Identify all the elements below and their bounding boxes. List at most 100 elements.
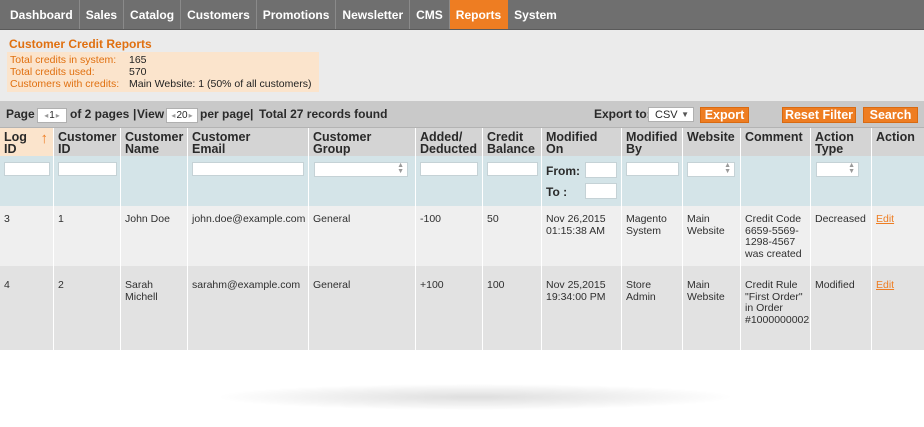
cell-added-deducted: -100	[416, 206, 483, 266]
cell-customer-name: John Doe	[121, 206, 188, 266]
cell-log-id: 3	[0, 206, 54, 266]
pager-separator: |	[133, 107, 137, 121]
header-label: Customer Email	[192, 130, 251, 156]
nav-reports[interactable]: Reports	[449, 0, 509, 29]
filter-cell: ▲ ▼	[683, 156, 741, 206]
cell-credit-balance: 50	[483, 206, 542, 266]
header-added-deducted[interactable]: Added/ Deducted	[416, 128, 483, 156]
nav-sales[interactable]: Sales	[80, 0, 125, 29]
cell-comment: Credit Rule "First Order" in Order #1000…	[741, 266, 811, 350]
edit-link[interactable]: Edit	[876, 279, 894, 291]
header-website[interactable]: Website	[683, 128, 741, 156]
pager-bar: Page ◂ 1 ▸ of 2 pages | View ◂ 20 ▸ per …	[0, 101, 924, 128]
cell-customer-id: 1	[54, 206, 121, 266]
cell-log-id: 4	[0, 266, 54, 350]
cell-credit-balance: 100	[483, 266, 542, 350]
nav-system[interactable]: System	[508, 0, 563, 29]
header-customer-group[interactable]: Customer Group	[309, 128, 416, 156]
cell-action: Edit	[872, 206, 924, 266]
reset-filter-button[interactable]: Reset Filter	[782, 107, 856, 123]
stat-label: Customers with credits:	[10, 78, 120, 90]
filter-cell	[872, 156, 924, 206]
filter-added-deducted-input[interactable]	[420, 162, 478, 176]
pager-separator: |	[250, 107, 254, 121]
cell-website: Main Website	[683, 206, 741, 266]
nav-dashboard[interactable]: Dashboard	[0, 0, 80, 29]
nav-cms[interactable]: CMS	[410, 0, 450, 29]
cell-action-type: Modified	[811, 266, 872, 350]
table-row[interactable]: 3 1 John Doe john.doe@example.com Genera…	[0, 206, 924, 266]
filter-action-type-select[interactable]: ▲ ▼	[816, 162, 859, 177]
header-modified-by[interactable]: Modified By	[622, 128, 683, 156]
stat-value: 570	[129, 66, 147, 78]
header-customer-id[interactable]: Customer ID	[54, 128, 121, 156]
filter-modified-by-input[interactable]	[626, 162, 679, 176]
header-label: Log ID	[4, 130, 27, 156]
cell-customer-email: sarahm@example.com	[188, 266, 309, 350]
chevron-right-icon[interactable]: ▸	[56, 111, 60, 120]
cell-action: Edit	[872, 266, 924, 350]
nav-promotions[interactable]: Promotions	[257, 0, 337, 29]
cell-customer-id: 2	[54, 266, 121, 350]
main-nav: Dashboard Sales Catalog Customers Promot…	[0, 0, 924, 30]
page-number-value: 1	[49, 110, 55, 121]
cell-modified-by: Store Admin	[622, 266, 683, 350]
filter-customer-email-input[interactable]	[192, 162, 304, 176]
header-label: Modified On	[546, 130, 598, 156]
from-label: From:	[546, 164, 580, 178]
header-action-type[interactable]: Action Type	[811, 128, 872, 156]
cell-website: Main Website	[683, 266, 741, 350]
grid-filter-row: ▲ ▼ From: To : ▲ ▼ ▲ ▼	[0, 156, 924, 206]
search-button[interactable]: Search	[863, 107, 918, 123]
export-format-select[interactable]: CSV ▼	[648, 107, 694, 122]
nav-catalog[interactable]: Catalog	[124, 0, 182, 29]
header-label: Action	[876, 130, 915, 144]
filter-cell	[188, 156, 309, 206]
view-label: View	[137, 107, 165, 121]
stats-box: Total credits in system: 165 Total credi…	[7, 52, 319, 92]
filter-customer-id-input[interactable]	[58, 162, 117, 176]
up-down-icon: ▲ ▼	[397, 162, 404, 175]
header-credit-balance[interactable]: Credit Balance	[483, 128, 542, 156]
header-customer-name[interactable]: Customer Name	[121, 128, 188, 156]
filter-credit-balance-input[interactable]	[487, 162, 538, 176]
page-title: Customer Credit Reports	[9, 37, 152, 51]
filter-date-to-input[interactable]	[585, 183, 617, 199]
nav-customers[interactable]: Customers	[181, 0, 257, 29]
header-label: Customer Group	[313, 130, 372, 156]
up-down-icon: ▲ ▼	[848, 162, 855, 175]
export-to-label: Export to:	[594, 107, 651, 121]
filter-date-from-input[interactable]	[585, 162, 617, 178]
chevron-left-icon[interactable]: ◂	[171, 111, 175, 120]
header-customer-email[interactable]: Customer Email	[188, 128, 309, 156]
per-page-label: per page	[200, 107, 251, 121]
filter-customer-group-select[interactable]: ▲ ▼	[314, 162, 408, 177]
filter-cell	[483, 156, 542, 206]
filter-website-select[interactable]: ▲ ▼	[687, 162, 735, 177]
cell-added-deducted: +100	[416, 266, 483, 350]
page-number-input[interactable]: ◂ 1 ▸	[37, 108, 67, 123]
chevron-left-icon[interactable]: ◂	[44, 111, 48, 120]
header-log-id[interactable]: Log ID ↑	[0, 128, 54, 156]
filter-cell	[622, 156, 683, 206]
up-down-icon: ▲ ▼	[724, 162, 731, 175]
cell-customer-email: john.doe@example.com	[188, 206, 309, 266]
stat-value: 165	[129, 54, 147, 66]
per-page-input[interactable]: ◂ 20 ▸	[166, 108, 198, 123]
export-button[interactable]: Export	[700, 107, 749, 123]
sort-up-arrow-icon[interactable]: ↑	[41, 131, 49, 146]
edit-link[interactable]: Edit	[876, 213, 894, 225]
header-label: Comment	[745, 130, 803, 144]
page-label: Page	[6, 107, 35, 121]
filter-log-id-input[interactable]	[4, 162, 50, 176]
nav-newsletter[interactable]: Newsletter	[336, 0, 411, 29]
cell-modified-on: Nov 25,2015 19:34:00 PM	[542, 266, 622, 350]
cell-customer-name: Sarah Michell	[121, 266, 188, 350]
stat-value: Main Website: 1 (50% of all customers)	[129, 78, 312, 90]
chevron-right-icon[interactable]: ▸	[189, 111, 193, 120]
header-comment[interactable]: Comment	[741, 128, 811, 156]
header-modified-on[interactable]: Modified On	[542, 128, 622, 156]
stat-label: Total credits in system:	[10, 54, 117, 66]
cell-customer-group: General	[309, 266, 416, 350]
table-row[interactable]: 4 2 Sarah Michell sarahm@example.com Gen…	[0, 266, 924, 350]
